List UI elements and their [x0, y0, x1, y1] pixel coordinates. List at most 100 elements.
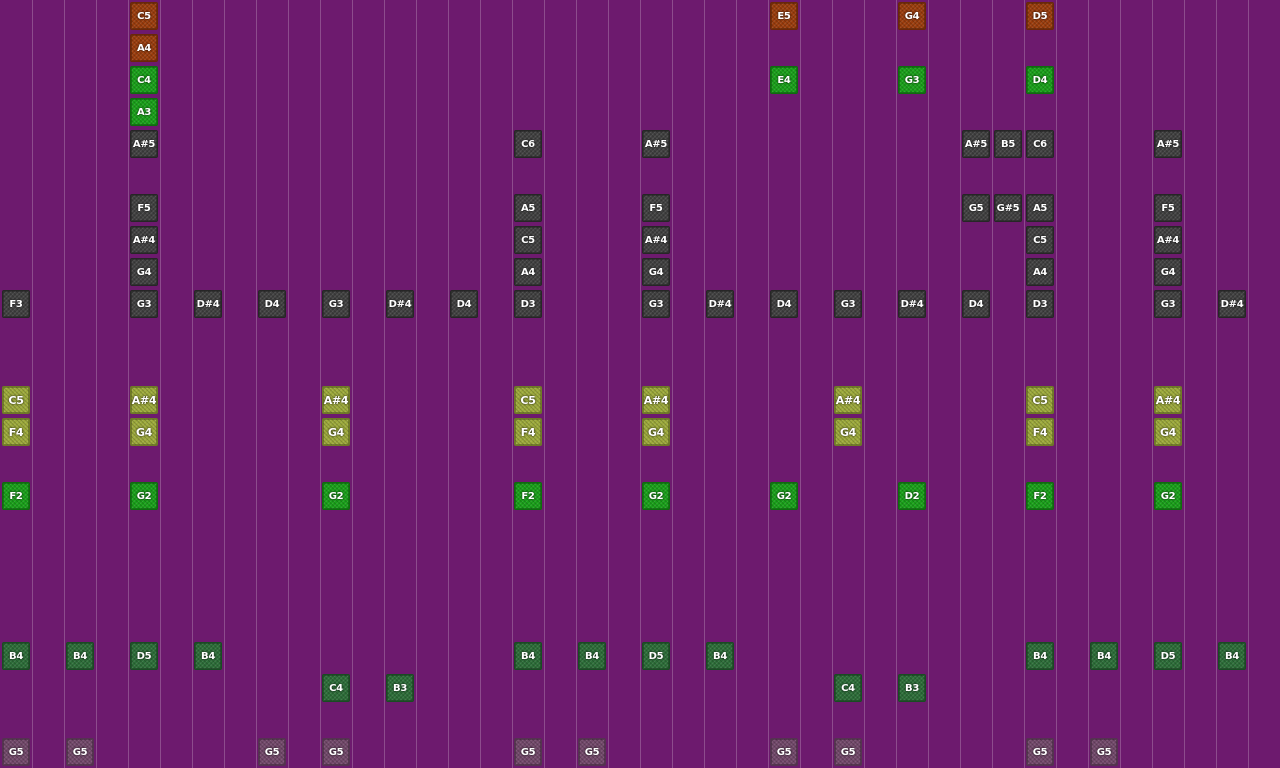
note-tile[interactable]: A#4: [130, 386, 158, 414]
note-tile[interactable]: D#4: [1218, 290, 1246, 318]
note-tile[interactable]: F2: [1026, 482, 1054, 510]
note-tile[interactable]: G2: [322, 482, 350, 510]
note-tile[interactable]: B5: [994, 130, 1022, 158]
note-tile[interactable]: B4: [1090, 642, 1118, 670]
note-tile[interactable]: F2: [2, 482, 30, 510]
note-tile[interactable]: D4: [450, 290, 478, 318]
note-tile[interactable]: C4: [834, 674, 862, 702]
note-tile[interactable]: D3: [1026, 290, 1054, 318]
note-tile[interactable]: A#4: [322, 386, 350, 414]
note-tile[interactable]: F5: [642, 194, 670, 222]
note-tile[interactable]: A3: [130, 98, 158, 126]
note-tile[interactable]: G3: [130, 290, 158, 318]
note-tile[interactable]: G5: [770, 738, 798, 766]
note-tile[interactable]: G4: [642, 258, 670, 286]
note-tile[interactable]: A#4: [1154, 386, 1182, 414]
note-tile[interactable]: A5: [1026, 194, 1054, 222]
note-tile[interactable]: G2: [770, 482, 798, 510]
note-tile[interactable]: D#4: [898, 290, 926, 318]
note-tile[interactable]: F4: [514, 418, 542, 446]
note-tile[interactable]: B4: [578, 642, 606, 670]
note-tile[interactable]: A#5: [642, 130, 670, 158]
note-tile[interactable]: C5: [514, 386, 542, 414]
note-tile[interactable]: F5: [130, 194, 158, 222]
note-tile[interactable]: G5: [578, 738, 606, 766]
note-tile[interactable]: A#4: [642, 226, 670, 254]
note-tile[interactable]: G5: [834, 738, 862, 766]
note-tile[interactable]: G4: [898, 2, 926, 30]
note-tile[interactable]: G3: [642, 290, 670, 318]
note-tile[interactable]: D4: [1026, 66, 1054, 94]
note-tile[interactable]: F4: [1026, 418, 1054, 446]
note-tile[interactable]: G5: [322, 738, 350, 766]
note-tile[interactable]: A#4: [1154, 226, 1182, 254]
note-tile[interactable]: C5: [1026, 226, 1054, 254]
note-tile[interactable]: D3: [514, 290, 542, 318]
note-tile[interactable]: A4: [1026, 258, 1054, 286]
note-tile[interactable]: C5: [1026, 386, 1054, 414]
note-tile[interactable]: G4: [1154, 418, 1182, 446]
note-tile[interactable]: G3: [898, 66, 926, 94]
note-tile[interactable]: D4: [962, 290, 990, 318]
note-tile[interactable]: B3: [386, 674, 414, 702]
note-tile[interactable]: C4: [130, 66, 158, 94]
note-tile[interactable]: A#4: [834, 386, 862, 414]
note-tile[interactable]: D5: [130, 642, 158, 670]
note-tile[interactable]: D2: [898, 482, 926, 510]
note-tile[interactable]: B4: [706, 642, 734, 670]
note-tile[interactable]: G2: [1154, 482, 1182, 510]
note-tile[interactable]: G5: [2, 738, 30, 766]
note-tile[interactable]: A#5: [1154, 130, 1182, 158]
note-tile[interactable]: D#4: [386, 290, 414, 318]
note-tile[interactable]: D#4: [194, 290, 222, 318]
note-tile[interactable]: G3: [322, 290, 350, 318]
note-tile[interactable]: A#4: [642, 386, 670, 414]
note-tile[interactable]: A#4: [130, 226, 158, 254]
note-tile[interactable]: B4: [2, 642, 30, 670]
note-tile[interactable]: A#5: [130, 130, 158, 158]
note-tile[interactable]: D5: [1026, 2, 1054, 30]
note-tile[interactable]: G2: [642, 482, 670, 510]
note-tile[interactable]: B3: [898, 674, 926, 702]
note-tile[interactable]: G5: [514, 738, 542, 766]
note-tile[interactable]: G5: [258, 738, 286, 766]
note-tile[interactable]: A4: [130, 34, 158, 62]
note-tile[interactable]: C6: [1026, 130, 1054, 158]
note-tile[interactable]: G4: [130, 258, 158, 286]
note-tile[interactable]: G2: [130, 482, 158, 510]
note-tile[interactable]: G4: [322, 418, 350, 446]
note-tile[interactable]: A4: [514, 258, 542, 286]
sequencer-grid[interactable]: C5 E5 G4 D5 A4 C4 E4 G3 D4 A3 A#5 C6 A#5 A#5 B5 C6 A#5 F5…: [0, 0, 1280, 768]
note-tile[interactable]: G4: [1154, 258, 1182, 286]
note-tile[interactable]: F3: [2, 290, 30, 318]
note-tile[interactable]: G5: [962, 194, 990, 222]
note-tile[interactable]: G4: [130, 418, 158, 446]
note-tile[interactable]: G3: [834, 290, 862, 318]
note-tile[interactable]: G4: [642, 418, 670, 446]
note-tile[interactable]: B4: [1026, 642, 1054, 670]
note-tile[interactable]: E4: [770, 66, 798, 94]
note-tile[interactable]: G5: [1090, 738, 1118, 766]
note-tile[interactable]: G#5: [994, 194, 1022, 222]
note-tile[interactable]: D4: [770, 290, 798, 318]
note-tile[interactable]: G5: [1026, 738, 1054, 766]
note-tile[interactable]: A5: [514, 194, 542, 222]
note-tile[interactable]: D4: [258, 290, 286, 318]
note-tile[interactable]: F2: [514, 482, 542, 510]
note-tile[interactable]: G4: [834, 418, 862, 446]
note-tile[interactable]: B4: [1218, 642, 1246, 670]
note-tile[interactable]: D5: [1154, 642, 1182, 670]
note-tile[interactable]: D#4: [706, 290, 734, 318]
note-tile[interactable]: F4: [2, 418, 30, 446]
note-tile[interactable]: C5: [2, 386, 30, 414]
note-tile[interactable]: C4: [322, 674, 350, 702]
note-tile[interactable]: G3: [1154, 290, 1182, 318]
note-tile[interactable]: C6: [514, 130, 542, 158]
note-tile[interactable]: F5: [1154, 194, 1182, 222]
note-tile[interactable]: A#5: [962, 130, 990, 158]
note-tile[interactable]: D5: [642, 642, 670, 670]
note-tile[interactable]: E5: [770, 2, 798, 30]
note-tile[interactable]: C5: [514, 226, 542, 254]
note-tile[interactable]: C5: [130, 2, 158, 30]
note-tile[interactable]: B4: [66, 642, 94, 670]
